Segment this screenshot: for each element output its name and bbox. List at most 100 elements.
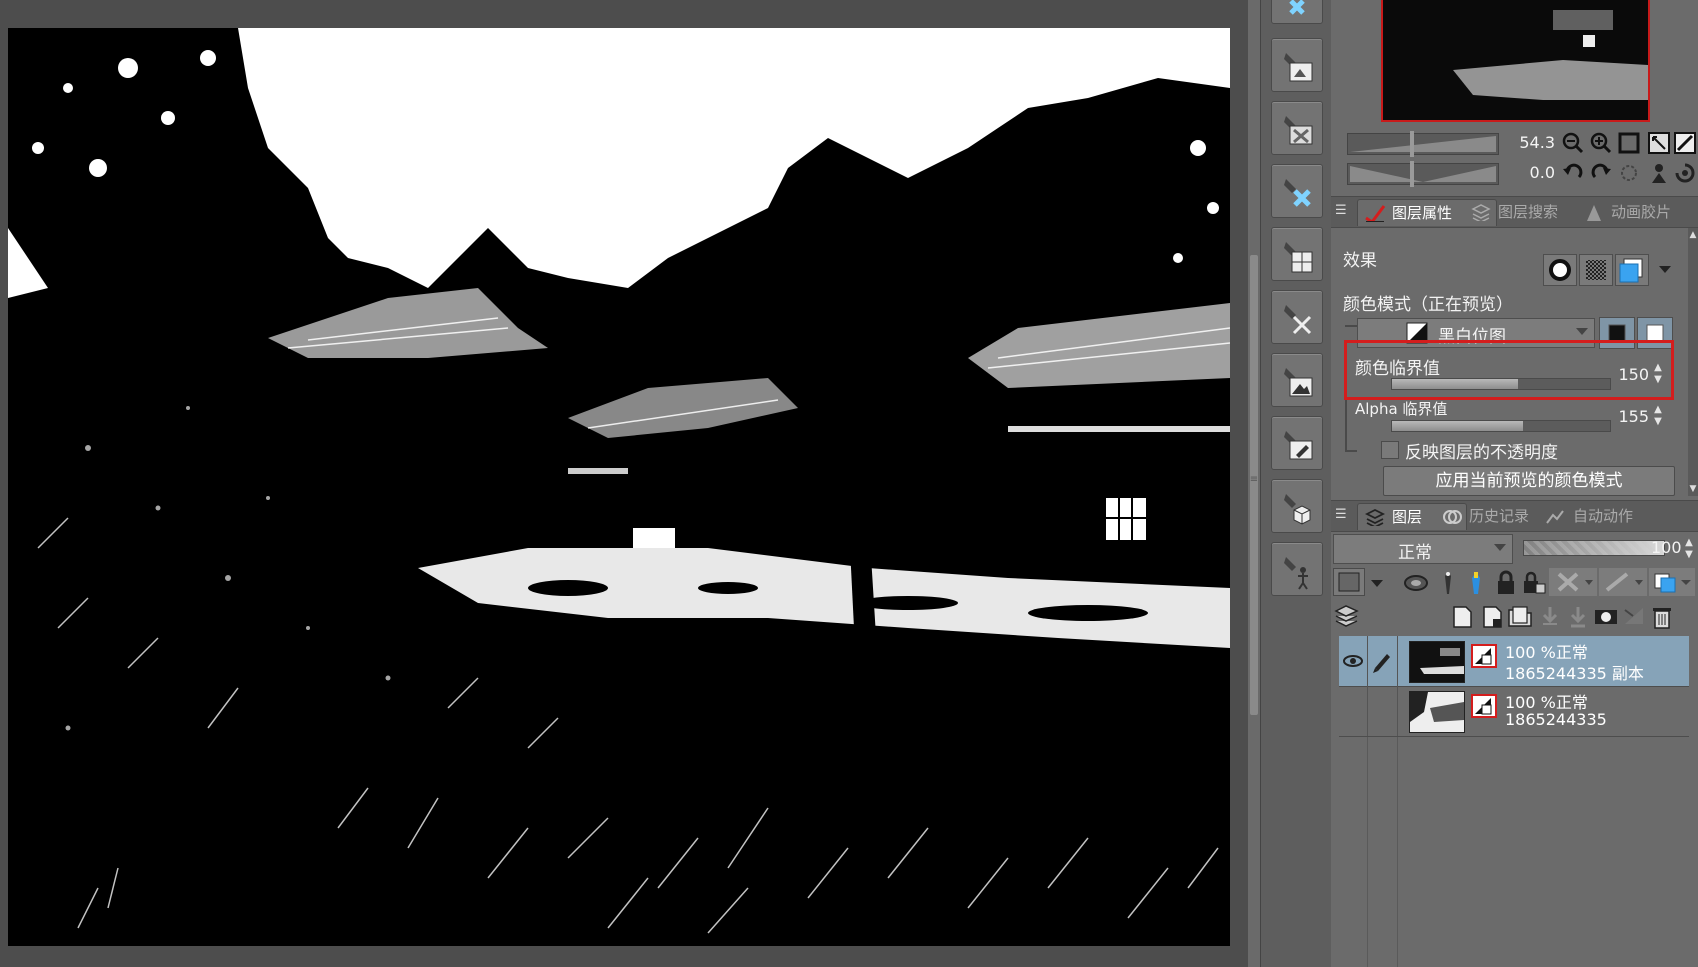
canvas-area[interactable] (0, 0, 1248, 967)
canvas-vertical-scrollbar[interactable]: ≡ (1248, 0, 1260, 967)
eye-icon[interactable] (1339, 636, 1367, 686)
transfer-down-icon[interactable] (1537, 604, 1563, 630)
tab-menu-icon[interactable]: ☰ (1335, 203, 1349, 221)
rotate-slider[interactable] (1347, 161, 1499, 187)
tab-animation-cels-label: 动画胶片 (1611, 203, 1672, 221)
new-vector-layer-icon[interactable] (1479, 604, 1505, 630)
border-effect-button[interactable] (1543, 254, 1577, 286)
new-speed-line-layer-button[interactable] (1271, 290, 1323, 344)
apply-mask-icon[interactable] (1621, 604, 1647, 630)
scroll-up-icon[interactable]: ▲ (1688, 230, 1698, 240)
merge-down-icon[interactable] (1565, 604, 1591, 630)
new-figure-layer-button[interactable] (1271, 542, 1323, 596)
ruler-link-icon (1654, 573, 1691, 593)
apply-color-mode-button[interactable]: 应用当前预览的颜色模式 (1383, 466, 1675, 496)
bw-square-icon (1475, 648, 1492, 665)
reflect-opacity-checkbox[interactable] (1381, 441, 1399, 459)
zoom-in-icon[interactable] (1589, 131, 1613, 155)
color-threshold-highlight (1344, 340, 1674, 400)
color-mode-label: 颜色模式（正在预览） (1343, 295, 1513, 315)
alpha-threshold-label: Alpha 临界值 (1355, 400, 1448, 418)
properties-scrollbar[interactable]: ▲ ▼ (1688, 228, 1698, 496)
image-layer-icon (1284, 53, 1313, 82)
expression-dropdown-icon[interactable] (1365, 570, 1391, 596)
navigator-panel: 54.3 0.0 (1331, 0, 1698, 187)
bw-mode-indicator-icon[interactable] (1471, 644, 1497, 668)
canvas-image[interactable] (8, 28, 1230, 946)
delete-layer-icon[interactable] (1649, 604, 1675, 630)
layer-thumbnail (1409, 691, 1465, 733)
blend-mode-select[interactable]: 正常 (1333, 534, 1513, 564)
layer-tab-bar: ☰ 图层 历史记录 自动动作 (1331, 500, 1698, 532)
threshold-photo-illustration (8, 28, 1230, 946)
flip-vertical-icon[interactable] (1673, 161, 1697, 185)
layer-list-empty-area[interactable] (1339, 737, 1689, 967)
tool-button-0[interactable] (1271, 0, 1323, 24)
lock-layer-icon[interactable] (1493, 570, 1519, 596)
opacity-spinner[interactable]: ▲ ▼ (1683, 537, 1695, 561)
opacity-value[interactable]: 100 (1651, 538, 1682, 557)
effect-buttons (1543, 254, 1683, 286)
flip-horizontal-icon[interactable] (1647, 161, 1671, 185)
tab-auto-actions-label: 自动动作 (1573, 507, 1634, 525)
mountain-picture-icon (1284, 368, 1313, 397)
tone-layer-icon (1284, 116, 1313, 145)
mask-diagonal-icon (1605, 572, 1643, 592)
layer-stack-icon[interactable] (1333, 604, 1363, 630)
pen-edit-icon (1373, 654, 1390, 673)
new-image-layer-button[interactable] (1271, 38, 1323, 92)
layer-mask-icon[interactable] (1593, 604, 1619, 630)
new-frame-layer-button[interactable] (1271, 227, 1323, 281)
rotate-value: 0.0 (1529, 163, 1555, 182)
tab-layers-label: 图层 (1392, 508, 1423, 526)
tone-effect-button[interactable] (1579, 254, 1613, 286)
new-effect-layer-button[interactable] (1271, 164, 1323, 218)
layer-tab-menu-icon[interactable]: ☰ (1335, 507, 1349, 525)
alpha-threshold-spinner[interactable]: ▲ ▼ (1652, 404, 1664, 428)
scroll-grip-icon: ≡ (1249, 474, 1259, 485)
visibility-cell[interactable] (1339, 636, 1368, 686)
fit-window-icon[interactable] (1647, 131, 1671, 155)
actual-size-icon[interactable] (1617, 131, 1641, 155)
opacity-slider[interactable] (1523, 540, 1665, 556)
reference-layer-icon[interactable] (1403, 570, 1429, 596)
new-raster-layer-icon[interactable] (1449, 604, 1475, 630)
clip-to-layer-below-button[interactable] (1549, 568, 1597, 596)
fit-canvas-icon[interactable] (1673, 131, 1697, 155)
edit-target-cell[interactable] (1367, 636, 1398, 686)
alpha-threshold-value[interactable]: 155 (1609, 407, 1649, 426)
draft-layer-pen-icon[interactable] (1435, 570, 1461, 596)
alpha-threshold-slider[interactable] (1391, 420, 1611, 432)
new-3d-layer-button[interactable] (1271, 479, 1323, 533)
layer-row[interactable]: 100 %正常 1865244335 副本 (1339, 636, 1689, 687)
layer-color-button[interactable] (1615, 254, 1649, 286)
opacity-fill (1524, 541, 1664, 555)
reset-rotation-icon[interactable] (1617, 161, 1641, 185)
effect-dropdown-button[interactable] (1651, 254, 1679, 284)
rotate-right-icon[interactable] (1589, 161, 1613, 185)
navigator-thumbnail[interactable] (1381, 0, 1650, 122)
rotate-left-icon[interactable] (1561, 161, 1585, 185)
new-vector-layer-button[interactable] (1271, 416, 1323, 470)
tab-auto-actions[interactable]: 自动动作 (1539, 503, 1677, 529)
zoom-out-icon[interactable] (1561, 131, 1585, 155)
new-tone-layer-button[interactable] (1271, 101, 1323, 155)
layer-row[interactable]: 100 %正常 1865244335 (1339, 686, 1689, 737)
expression-color-button[interactable] (1333, 568, 1365, 596)
ruler-link-button[interactable] (1649, 568, 1695, 596)
bw-mode-indicator-icon[interactable] (1471, 694, 1497, 718)
zoom-slider-knob[interactable] (1410, 131, 1414, 157)
mask-layer-button[interactable] (1599, 568, 1647, 596)
scroll-down-icon[interactable]: ▼ (1688, 484, 1698, 494)
edit-target-cell[interactable] (1367, 686, 1398, 736)
new-picture-layer-button[interactable] (1271, 353, 1323, 407)
tab-animation-cels[interactable]: 动画胶片 (1577, 199, 1698, 225)
layer-color-pen-icon[interactable] (1463, 570, 1489, 596)
zoom-slider[interactable] (1347, 131, 1499, 157)
alpha-threshold-fill (1392, 421, 1523, 431)
rotate-slider-knob[interactable] (1410, 161, 1414, 187)
visibility-cell[interactable] (1339, 686, 1368, 736)
column-divider (1367, 737, 1368, 967)
new-folder-icon[interactable] (1507, 604, 1533, 630)
lock-transparent-icon[interactable] (1521, 570, 1547, 596)
